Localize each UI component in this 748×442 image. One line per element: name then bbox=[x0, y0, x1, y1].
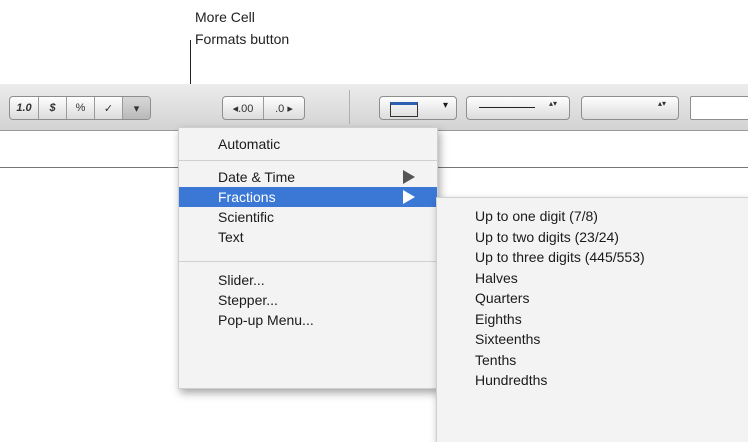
submenu-item-sixteenths[interactable]: Sixteenths bbox=[437, 329, 748, 350]
toolbar-divider bbox=[349, 90, 350, 124]
menu-item-stepper[interactable]: Stepper... bbox=[179, 290, 437, 310]
chevron-down-icon: ▾ bbox=[442, 100, 448, 111]
decrease-decimal-button[interactable]: ◂.00 bbox=[223, 97, 264, 119]
color-well[interactable] bbox=[690, 96, 748, 120]
callout-label: More Cell Formats button bbox=[195, 6, 289, 50]
line-style-stepper[interactable]: ▴▾ bbox=[466, 96, 570, 120]
menu-item-scientific[interactable]: Scientific bbox=[179, 207, 437, 227]
number-format-button[interactable]: 1.0 bbox=[10, 97, 39, 119]
submenu-arrow-icon bbox=[403, 190, 415, 204]
submenu-item-one-digit[interactable]: Up to one digit (7/8) bbox=[437, 206, 748, 227]
callout-line1: More Cell bbox=[195, 9, 255, 25]
checkbox-format-button[interactable]: ✓ bbox=[95, 97, 123, 119]
submenu-item-halves[interactable]: Halves bbox=[437, 268, 748, 289]
stepper-arrows-icon: ▴▾ bbox=[657, 99, 666, 108]
submenu-item-quarters[interactable]: Quarters bbox=[437, 288, 748, 309]
submenu-item-hundredths[interactable]: Hundredths bbox=[437, 370, 748, 391]
line-sample bbox=[479, 107, 535, 108]
menu-item-automatic[interactable]: Automatic bbox=[179, 134, 437, 154]
line-width-stepper[interactable]: ▴▾ bbox=[581, 96, 679, 120]
submenu-item-three-digits[interactable]: Up to three digits (445/553) bbox=[437, 247, 748, 268]
stepper-arrows-icon: ▴▾ bbox=[548, 99, 557, 108]
submenu-item-eighths[interactable]: Eighths bbox=[437, 309, 748, 330]
fill-popup-button[interactable]: ▾ bbox=[379, 96, 457, 120]
menu-item-fractions[interactable]: Fractions bbox=[179, 187, 437, 207]
callout-line2: Formats button bbox=[195, 31, 290, 47]
format-toolbar: 1.0 $ % ✓ ▾ ◂.00 .0 ▸ ▾ ▴▾ ▴▾ bbox=[0, 84, 748, 131]
menu-item-date-time[interactable]: Date & Time bbox=[179, 167, 437, 187]
more-cell-formats-button[interactable]: ▾ bbox=[123, 97, 150, 119]
currency-format-button[interactable]: $ bbox=[39, 97, 67, 119]
menu-separator bbox=[179, 261, 437, 262]
percentage-format-button[interactable]: % bbox=[67, 97, 95, 119]
menu-item-text[interactable]: Text bbox=[179, 227, 437, 247]
number-format-buttons: 1.0 $ % ✓ ▾ bbox=[9, 96, 151, 120]
submenu-item-two-digits[interactable]: Up to two digits (23/24) bbox=[437, 227, 748, 248]
decimal-buttons: ◂.00 .0 ▸ bbox=[222, 96, 305, 120]
menu-item-popup-menu[interactable]: Pop-up Menu... bbox=[179, 310, 437, 330]
fill-popup-icon bbox=[390, 102, 418, 117]
submenu-item-tenths[interactable]: Tenths bbox=[437, 350, 748, 371]
cell-formats-menu: Automatic Date & Time Fractions Scientif… bbox=[178, 127, 438, 389]
submenu-arrow-icon bbox=[403, 170, 415, 184]
menu-separator bbox=[179, 160, 437, 161]
increase-decimal-button[interactable]: .0 ▸ bbox=[264, 97, 304, 119]
fractions-submenu: Up to one digit (7/8) Up to two digits (… bbox=[436, 197, 748, 442]
menu-item-slider[interactable]: Slider... bbox=[179, 270, 437, 290]
